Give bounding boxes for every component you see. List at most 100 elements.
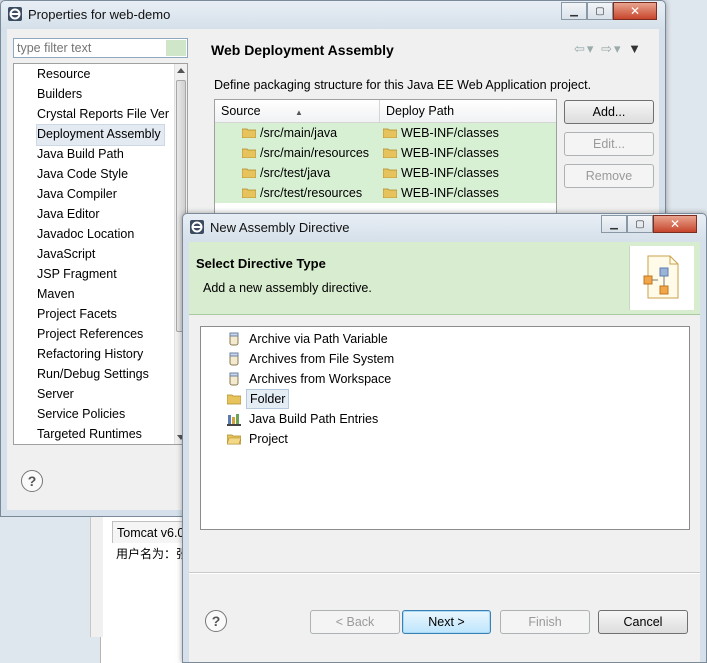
dialog-titlebar[interactable]: New Assembly Directive ▁ ▢ ✕: [183, 214, 706, 242]
dialog-title: New Assembly Directive: [210, 220, 350, 235]
wizard-heading: Select Directive Type: [196, 256, 326, 271]
add-button[interactable]: Add...: [564, 100, 654, 124]
properties-title: Properties for web-demo: [28, 7, 171, 22]
table-row[interactable]: /src/main/java WEB-INF/classes: [215, 123, 556, 143]
column-deploy-path[interactable]: Deploy Path: [380, 100, 454, 122]
close-icon: ✕: [669, 217, 681, 231]
minimize-icon: ▁: [570, 5, 578, 17]
properties-titlebar[interactable]: Properties for web-demo ▁ ▢ ✕: [1, 1, 665, 29]
folder-icon: [242, 128, 256, 138]
jar-icon: [229, 352, 239, 366]
dialog-separator: [189, 572, 700, 574]
remove-button[interactable]: Remove: [564, 164, 654, 188]
forward-dropdown-icon[interactable]: ▾: [614, 41, 623, 56]
back-arrow-icon[interactable]: ⇦: [574, 41, 587, 56]
library-icon: [227, 414, 241, 426]
nav-item-javadoc-location[interactable]: Javadoc Location: [37, 224, 134, 244]
table-row[interactable]: /src/test/resources WEB-INF/classes: [215, 183, 556, 203]
property-page-tree: Resource Builders Crystal Reports File V…: [13, 63, 188, 445]
nav-item-resource[interactable]: Resource: [37, 64, 91, 84]
deploy-cell: WEB-INF/classes: [401, 186, 499, 200]
eclipse-icon: [8, 7, 22, 21]
filter-field[interactable]: [13, 38, 188, 58]
history-arrows[interactable]: ⇦▾ ⇨▾ ▼: [574, 41, 643, 57]
nav-item-run-debug-settings[interactable]: Run/Debug Settings: [37, 364, 149, 384]
page-description: Define packaging structure for this Java…: [214, 78, 592, 92]
minimize-button[interactable]: ▁: [561, 2, 587, 20]
back-dropdown-icon[interactable]: ▾: [587, 41, 596, 56]
deploy-cell: WEB-INF/classes: [401, 166, 499, 180]
nav-item-service-policies[interactable]: Service Policies: [37, 404, 125, 424]
nav-item-java-code-style[interactable]: Java Code Style: [37, 164, 128, 184]
forward-arrow-icon[interactable]: ⇨: [601, 41, 614, 56]
nav-item-builders[interactable]: Builders: [37, 84, 82, 104]
column-source[interactable]: Source ▲: [215, 100, 380, 122]
nav-item-project-references[interactable]: Project References: [37, 324, 143, 344]
minimize-icon: ▁: [610, 218, 618, 230]
page-header: Web Deployment Assembly ⇦▾ ⇨▾ ▼: [205, 37, 653, 67]
help-icon[interactable]: ?: [205, 610, 227, 632]
close-icon: ✕: [629, 4, 641, 18]
project-icon: [227, 434, 241, 445]
new-assembly-directive-dialog: New Assembly Directive ▁ ▢ ✕ Select Dire…: [182, 213, 707, 663]
nav-item-targeted-runtimes[interactable]: Targeted Runtimes: [37, 424, 142, 444]
maximize-icon: ▢: [595, 5, 605, 17]
source-cell: /src/main/java: [260, 126, 338, 140]
cancel-button[interactable]: Cancel: [598, 610, 688, 634]
sort-ascending-icon: ▲: [295, 108, 303, 117]
maximize-button[interactable]: ▢: [587, 2, 613, 20]
source-cell: /src/test/java: [260, 166, 331, 180]
nav-item-server[interactable]: Server: [37, 384, 74, 404]
eclipse-icon: [190, 220, 204, 234]
nav-item-refactoring-history[interactable]: Refactoring History: [37, 344, 143, 364]
nav-item-javascript[interactable]: JavaScript: [37, 244, 95, 264]
wizard-description: Add a new assembly directive.: [203, 281, 372, 295]
finish-button[interactable]: Finish: [500, 610, 590, 634]
deploy-cell: WEB-INF/classes: [401, 146, 499, 160]
folder-icon: [242, 168, 256, 178]
scroll-up-icon[interactable]: [177, 68, 185, 73]
source-cell: /src/test/resources: [260, 186, 363, 200]
nav-item-java-compiler[interactable]: Java Compiler: [37, 184, 117, 204]
console-output: 用户名为：张: [116, 547, 184, 561]
folder-icon: [242, 148, 256, 158]
table-row[interactable]: /src/test/java WEB-INF/classes: [215, 163, 556, 183]
nav-item-deployment-assembly[interactable]: Deployment Assembly: [36, 124, 165, 146]
table-row[interactable]: /src/main/resources WEB-INF/classes: [215, 143, 556, 163]
assembly-wizard-icon: [643, 255, 679, 299]
back-button[interactable]: < Back: [310, 610, 400, 634]
folder-icon: [383, 168, 397, 178]
nav-item-jsp-fragment[interactable]: JSP Fragment: [37, 264, 117, 284]
deploy-cell: WEB-INF/classes: [401, 126, 499, 140]
workbench-background: [0, 517, 100, 663]
help-icon[interactable]: ?: [21, 470, 43, 492]
folder-icon: [242, 188, 256, 198]
directive-type-list: Archive via Path Variable Archives from …: [200, 326, 690, 530]
folder-icon: [383, 128, 397, 138]
filter-input[interactable]: [14, 39, 167, 57]
table-header: Source ▲ Deploy Path: [215, 100, 556, 123]
page-title: Web Deployment Assembly: [211, 42, 394, 58]
console-tab[interactable]: Tomcat v6.0: [112, 521, 186, 543]
edit-button[interactable]: Edit...: [564, 132, 654, 156]
nav-item-java-editor[interactable]: Java Editor: [37, 204, 100, 224]
source-cell: /src/main/resources: [260, 146, 370, 160]
nav-item-project-facets[interactable]: Project Facets: [37, 304, 117, 324]
view-menu-icon[interactable]: ▼: [628, 41, 643, 56]
jar-icon: [229, 332, 239, 346]
nav-item-crystal-reports[interactable]: Crystal Reports File Ver: [37, 104, 169, 124]
nav-item-java-build-path[interactable]: Java Build Path: [37, 144, 124, 164]
folder-icon: [383, 148, 397, 158]
workbench-scrollbar[interactable]: [90, 517, 103, 637]
clear-filter-icon[interactable]: [166, 40, 186, 56]
close-button[interactable]: ✕: [613, 2, 657, 20]
folder-icon: [383, 188, 397, 198]
nav-item-maven[interactable]: Maven: [37, 284, 75, 304]
close-button[interactable]: ✕: [653, 215, 697, 233]
jar-icon: [229, 372, 239, 386]
minimize-button[interactable]: ▁: [601, 215, 627, 233]
wizard-banner: Select Directive Type Add a new assembly…: [189, 242, 700, 315]
next-button[interactable]: Next >: [402, 610, 491, 634]
maximize-icon: ▢: [635, 218, 645, 230]
maximize-button[interactable]: ▢: [627, 215, 653, 233]
